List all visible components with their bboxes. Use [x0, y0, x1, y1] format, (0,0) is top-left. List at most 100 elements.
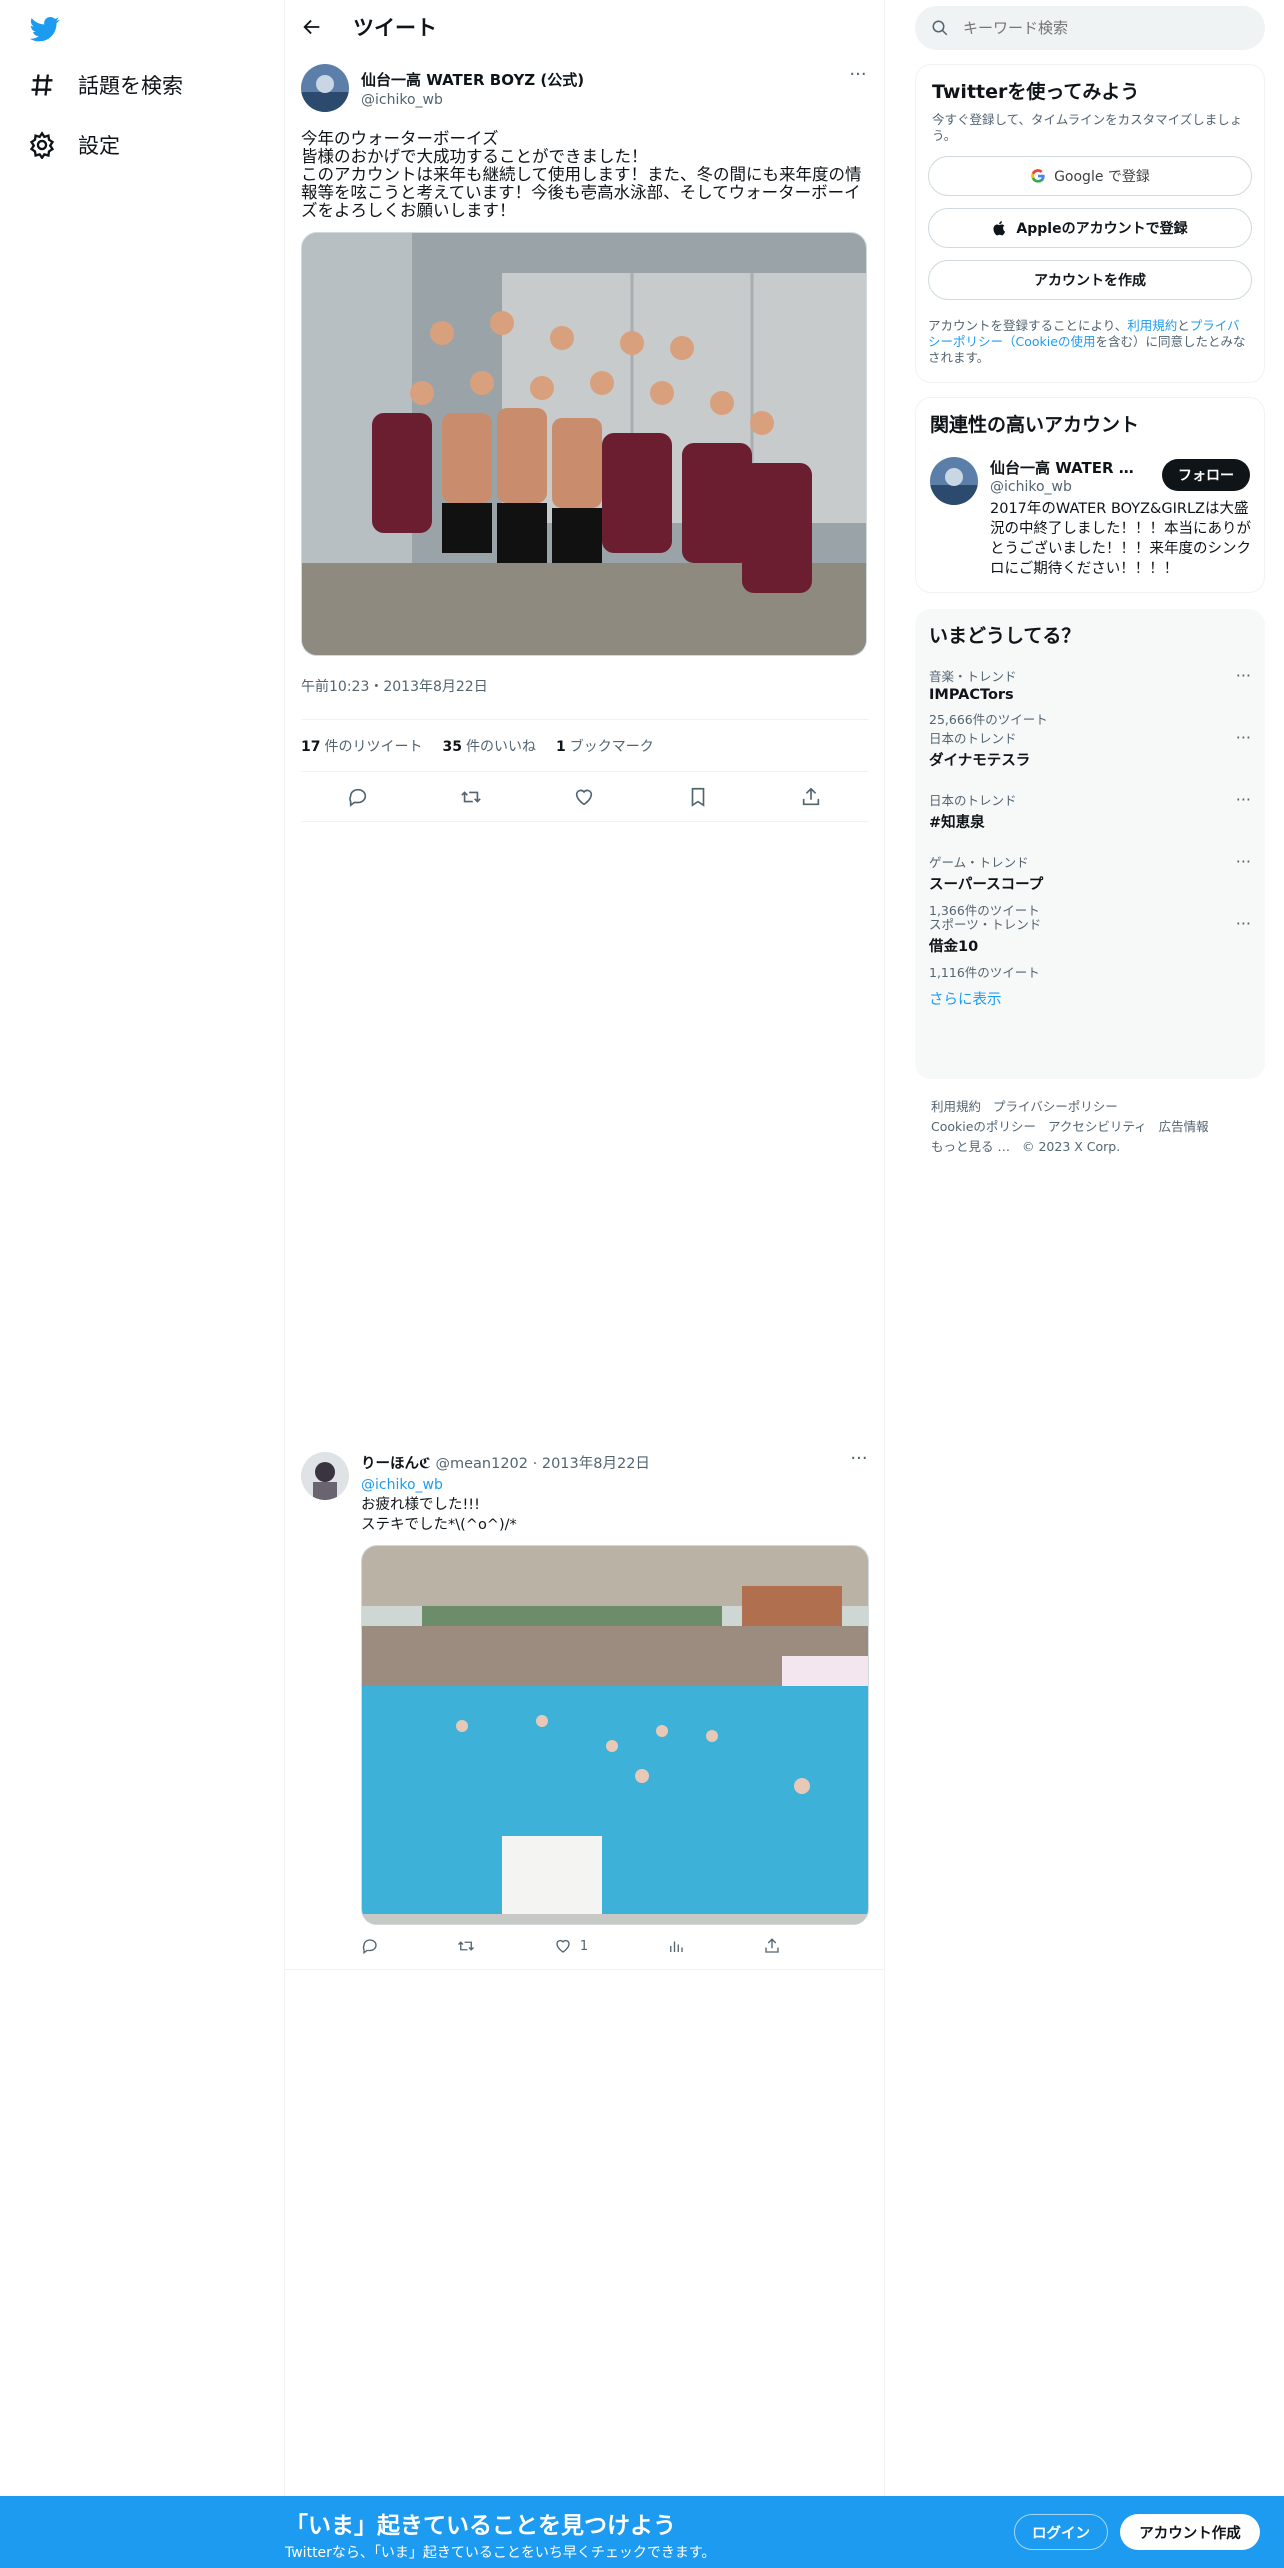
nav-settings[interactable]: 設定: [28, 130, 120, 160]
trend-more-icon[interactable]: ···: [1236, 666, 1251, 685]
bookmarks-stat[interactable]: 1 ブックマーク: [556, 736, 654, 756]
trend-more-icon[interactable]: ···: [1236, 914, 1251, 933]
google-icon: [1031, 169, 1045, 183]
reply-icon: [348, 788, 366, 807]
signup-card: Twitterを使ってみよう 今すぐ登録して、タイムラインをカスタマイズしましょ…: [915, 64, 1265, 383]
trend-item[interactable]: 音楽・トレンド IMPACTors 25,666件のツイート ···: [929, 666, 1251, 728]
tweet-timestamp[interactable]: 午前10:23・2013年8月22日: [301, 676, 868, 720]
nav-explore-label: 話題を検索: [78, 74, 183, 98]
reply-reply-button[interactable]: [361, 1937, 379, 1955]
login-button[interactable]: ログイン: [1014, 2514, 1108, 2550]
reply-mention[interactable]: @ichiko_wb: [361, 1477, 869, 1493]
more-options-icon[interactable]: ···: [848, 66, 868, 88]
right-sidebar: Twitterを使ってみよう 今すぐ登録して、タイムラインをカスタマイズしましょ…: [915, 0, 1265, 1157]
share-icon: [803, 787, 820, 805]
related-avatar[interactable]: [930, 457, 978, 505]
trend-item[interactable]: 日本のトレンド #知恵泉 ···: [929, 790, 1251, 852]
related-name[interactable]: 仙台一高 WATER BOYZ (公式): [990, 457, 1140, 478]
retweet-icon: [461, 790, 481, 803]
reply-photo[interactable]: [361, 1545, 869, 1925]
share-icon: [765, 1938, 779, 1953]
reply-button[interactable]: [347, 786, 369, 808]
search-input[interactable]: [963, 19, 1223, 37]
footer-copyright: © 2023 X Corp.: [1021, 1139, 1121, 1154]
page-title: ツイート: [353, 16, 437, 40]
trend-more-icon[interactable]: ···: [1236, 852, 1251, 871]
share-button[interactable]: [800, 786, 822, 808]
reply-author-handle[interactable]: @mean1202: [435, 1456, 528, 1472]
related-handle[interactable]: @ichiko_wb: [990, 479, 1072, 495]
google-signup-button[interactable]: Google で登録: [928, 156, 1252, 196]
likes-stat[interactable]: 35 件のいいね: [442, 736, 535, 756]
tweet-actions: [301, 772, 868, 822]
signup-title: Twitterを使ってみよう: [932, 81, 1140, 103]
reply-text: お疲れ様でした!!! ステキでした*\(^o^)/*: [361, 1497, 517, 1533]
search-box[interactable]: [915, 6, 1265, 50]
reply-actions: 1: [361, 1937, 781, 1955]
reply-dot: ·: [532, 1456, 538, 1472]
banner-title: 「いま」起きていることを見つけよう: [285, 2513, 676, 2539]
trends-title: いまどうしてる？: [929, 625, 1081, 647]
tweet-stats: 17 件のリツイート 35 件のいいね 1 ブックマーク: [301, 720, 868, 772]
signup-subtitle: 今すぐ登録して、タイムラインをカスタマイズしましょう。: [932, 112, 1243, 143]
retweets-stat[interactable]: 17 件のリツイート: [301, 736, 422, 756]
gear-icon: [29, 131, 55, 159]
terms-link[interactable]: 利用規約: [1127, 318, 1177, 333]
reply-retweet-button[interactable]: [457, 1937, 475, 1955]
trend-item[interactable]: 日本のトレンド ダイナモテスラ ···: [929, 728, 1251, 790]
left-nav: 話題を検索 設定: [0, 0, 285, 2568]
back-arrow-icon[interactable]: [301, 16, 323, 38]
author-name[interactable]: 仙台一高 WATER BOYZ (公式): [361, 69, 584, 90]
reply-views-button[interactable]: [667, 1937, 685, 1955]
reply-author-name[interactable]: りーほんℭ: [361, 1456, 431, 1472]
trend-more-icon[interactable]: ···: [1236, 790, 1251, 809]
heart-icon: [556, 1939, 570, 1953]
author-handle[interactable]: @ichiko_wb: [361, 92, 584, 108]
trend-more-icon[interactable]: ···: [1236, 728, 1251, 747]
signup-button[interactable]: アカウント作成: [1120, 2514, 1260, 2550]
tweet-photo[interactable]: [301, 232, 867, 656]
reply-like-count: 1: [579, 1938, 589, 1954]
show-more-link[interactable]: さらに表示: [929, 988, 1251, 1009]
trends-card: いまどうしてる？ 音楽・トレンド IMPACTors 25,666件のツイート …: [915, 609, 1265, 1079]
footer-privacy[interactable]: プライバシーポリシー: [993, 1099, 1118, 1114]
related-title: 関連性の高いアカウント: [930, 414, 1140, 436]
main-column: ツイート 仙台一高 WATER BOYZ (公式) @ichiko_wb ···…: [285, 0, 885, 2568]
heart-icon: [576, 789, 593, 805]
banner-subtitle: Twitterなら、「いま」起きていることをいち早くチェックできます。: [285, 2545, 716, 2561]
reply-icon: [362, 1939, 377, 1955]
twitter-bird-icon[interactable]: [28, 14, 62, 44]
reply-date[interactable]: 2013年8月22日: [542, 1456, 650, 1472]
retweet-button[interactable]: [460, 786, 482, 808]
main-tweet: 仙台一高 WATER BOYZ (公式) @ichiko_wb ··· 今年のウ…: [285, 54, 884, 822]
hashtag-icon: [31, 74, 53, 96]
footer-terms[interactable]: 利用規約: [931, 1099, 981, 1114]
follow-button[interactable]: フォロー: [1162, 459, 1250, 491]
trend-item[interactable]: スポーツ・トレンド 借金10 1,116件のツイート ···: [929, 914, 1251, 980]
footer-accessibility[interactable]: アクセシビリティ: [1048, 1119, 1147, 1134]
related-bio: 2017年のWATER BOYZ&GIRLZは大盛況の中終了しました！！！本当に…: [990, 501, 1251, 577]
bookmark-button[interactable]: [687, 786, 709, 808]
footer-links: 利用規約 プライバシーポリシー Cookieのポリシー アクセシビリティ 広告情報 も…: [915, 1097, 1245, 1157]
footer-ads[interactable]: 広告情報: [1159, 1119, 1209, 1134]
nav-settings-label: 設定: [78, 134, 120, 158]
reply-share-button[interactable]: [763, 1937, 781, 1955]
reply-tweet[interactable]: ··· りーほんℭ @mean1202 · 2013年8月22日 @ichiko…: [285, 1440, 885, 1970]
tweet-text: 今年のウォーターボーイズ 皆様のおかげで大成功することができました！ このアカウ…: [301, 129, 862, 220]
footer-more[interactable]: もっと見る …: [931, 1139, 1010, 1154]
footer-cookie[interactable]: Cookieのポリシー: [931, 1119, 1036, 1134]
search-icon: [932, 20, 948, 36]
related-account[interactable]: 仙台一高 WATER BOYZ (公式) @ichiko_wb フォロー 201…: [930, 457, 1251, 587]
like-button[interactable]: [573, 786, 595, 808]
avatar[interactable]: [301, 64, 349, 112]
reply-like-button[interactable]: 1: [554, 1937, 588, 1955]
create-account-button[interactable]: アカウントを作成: [928, 260, 1252, 300]
trend-item[interactable]: ゲーム・トレンド スーパースコープ 1,366件のツイート ···: [929, 852, 1251, 918]
apple-signup-button[interactable]: Appleのアカウントで登録: [928, 208, 1252, 248]
analytics-icon: [669, 1941, 683, 1952]
cookie-link[interactable]: （Cookieの使用: [1003, 334, 1095, 349]
reply-avatar[interactable]: [301, 1452, 349, 1500]
apple-icon: [993, 221, 1006, 236]
reply-header: りーほんℭ @mean1202 · 2013年8月22日: [361, 1452, 869, 1473]
nav-explore[interactable]: 話題を検索: [28, 70, 183, 100]
